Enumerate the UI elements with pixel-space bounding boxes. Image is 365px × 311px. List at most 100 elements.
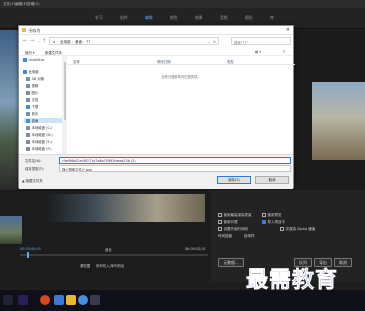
dialog-title-bar: 另存为 ×: [19, 26, 293, 35]
dialog-title: 另存为: [29, 28, 41, 33]
hide-folders-toggle[interactable]: ▲ 隐藏文件夹: [22, 178, 43, 183]
sidebar-item-pictures[interactable]: 图片: [26, 90, 38, 95]
drive-icon: [26, 140, 30, 144]
folder-icon: [26, 77, 30, 81]
alpha-only-row[interactable]: 仅渲染 Alpha 通道: [280, 227, 315, 232]
video-icon: [26, 84, 30, 88]
export-preview-right: [294, 30, 365, 190]
checkbox[interactable]: [262, 220, 266, 224]
fit-dropdown[interactable]: 适合: [105, 247, 112, 252]
app-menu-bar: 文件(F) 编辑(E) 剪辑(C): [0, 0, 365, 8]
column-type[interactable]: 类型: [227, 59, 234, 64]
music-icon: [26, 112, 30, 116]
tab-graphics[interactable]: 图形: [245, 15, 253, 21]
dialog-nav: ← → ⌄ ↑ ▪ › 此电脑 › 桌面 › 77 ⌄ ⟳ 搜索"77": [19, 35, 293, 47]
tab-color[interactable]: 颜色: [170, 15, 178, 21]
save-as-dialog: 另存为 × ← → ⌄ ↑ ▪ › 此电脑 › 桌面 › 77 ⌄ ⟳ 搜索"7…: [18, 25, 295, 189]
save-button[interactable]: 保存(S): [217, 176, 251, 184]
filetype-select[interactable]: 静止图像文件(*.jpg): [59, 165, 291, 172]
metadata-button[interactable]: 元数据...: [218, 258, 244, 267]
menu-clip[interactable]: 剪辑(C): [27, 2, 40, 7]
column-date-modified[interactable]: 修改日期: [157, 59, 171, 64]
download-icon: [26, 105, 30, 109]
checkbox[interactable]: [280, 227, 284, 231]
import-into-project-row[interactable]: 导入项目中: [262, 220, 285, 225]
playhead[interactable]: [27, 252, 29, 258]
navigation-pane: OneDrive 此电脑 3D 对象 视频 图片 文档 下载 音乐 桌面 本地磁…: [19, 56, 63, 154]
source-range-dropdown[interactable]: 序列切入/序列切出: [96, 263, 124, 268]
sidebar-item-3d-objects[interactable]: 3D 对象: [26, 76, 44, 81]
use-previews-row[interactable]: 使用预览: [262, 213, 282, 218]
new-folder-button[interactable]: 新建文件夹: [45, 50, 62, 55]
tab-audio[interactable]: 音频: [220, 15, 228, 21]
sidebar-item-drive-f[interactable]: 本地磁盘 (F:): [26, 146, 52, 151]
cloud-icon: [23, 58, 27, 62]
pictures-icon: [26, 91, 30, 95]
frame-sampling-dropdown[interactable]: 帧采样: [244, 234, 255, 239]
app-icon[interactable]: [40, 295, 50, 305]
playhead-track[interactable]: [20, 254, 208, 256]
documents-icon: [26, 98, 30, 102]
menu-edit[interactable]: 编辑(E): [15, 2, 27, 7]
tab-learn[interactable]: 学习: [95, 15, 103, 21]
set-start-timecode-row[interactable]: 设置开始时间码: [218, 227, 248, 232]
sidebar-item-desktop[interactable]: 桌面: [24, 118, 62, 123]
refresh-icon[interactable]: ⟳: [213, 40, 216, 44]
desktop-icon: [26, 119, 30, 123]
filetype-label: 保存类型(T):: [25, 167, 45, 171]
sidebar-item-drive-c[interactable]: 本地磁盘 (C:): [26, 125, 52, 130]
breadcrumb-this-pc[interactable]: 此电脑: [60, 40, 71, 45]
max-render-quality-row[interactable]: 使用最高渲染质量: [218, 213, 252, 218]
checkbox[interactable]: [218, 213, 222, 217]
start-icon[interactable]: [3, 295, 13, 305]
cancel-button[interactable]: 取消: [255, 176, 289, 184]
tab-libraries[interactable]: 库: [270, 15, 274, 21]
app2-icon[interactable]: [90, 295, 100, 305]
filename-input[interactable]: c9e0f6d02e4f9271d7a6a7f3f93faeaa23b (2): [59, 157, 291, 164]
up-icon[interactable]: ↑: [42, 38, 46, 44]
organize-button[interactable]: 组织 ▾: [25, 50, 35, 55]
drive-icon: [26, 147, 30, 151]
close-icon[interactable]: ×: [286, 27, 290, 33]
view-options-icon[interactable]: ▦ ▾: [255, 50, 261, 54]
menu-file[interactable]: 文件(F): [3, 2, 15, 7]
address-bar[interactable]: ▪ › 此电脑 › 桌面 › 77 ⌄ ⟳: [49, 37, 219, 45]
folder-icon[interactable]: [66, 295, 76, 305]
tab-assembly[interactable]: 组件: [120, 15, 128, 21]
sidebar-item-videos[interactable]: 视频: [26, 83, 38, 88]
back-icon[interactable]: ←: [23, 38, 27, 44]
sidebar-item-onedrive[interactable]: OneDrive: [23, 58, 44, 62]
tab-effects[interactable]: 效果: [195, 15, 203, 21]
sidebar-item-music[interactable]: 音乐: [26, 111, 38, 116]
sidebar-item-downloads[interactable]: 下载: [26, 104, 38, 109]
forward-icon[interactable]: →: [30, 38, 34, 44]
dialog-footer: 文件名(N): c9e0f6d02e4f9271d7a6a7f3f93faeaa…: [19, 154, 293, 189]
sidebar-item-drive-d[interactable]: 本地磁盘 (D:): [26, 132, 53, 137]
explorer-icon[interactable]: [54, 295, 64, 305]
recent-chevron-icon[interactable]: ⌄: [37, 39, 40, 43]
premiere-icon[interactable]: [18, 295, 28, 305]
breadcrumb-desktop[interactable]: 桌面: [75, 40, 82, 45]
dialog-toolbar: 组织 ▾ 新建文件夹 ▦ ▾ ?: [19, 47, 293, 56]
sidebar-scrollbar[interactable]: [63, 56, 67, 154]
column-name[interactable]: 名称: [73, 59, 80, 64]
address-dropdown-icon[interactable]: ⌄: [207, 40, 210, 44]
watermark-logo: 最需教育: [246, 267, 339, 294]
browser-icon[interactable]: [78, 295, 88, 305]
help-icon[interactable]: ?: [283, 50, 285, 54]
source-preview-left: [0, 30, 20, 190]
checkbox[interactable]: [262, 213, 266, 217]
sidebar-item-drive-e[interactable]: 本地磁盘 (E:): [26, 139, 52, 144]
file-list-header: 名称 修改日期 类型: [67, 56, 295, 65]
search-input[interactable]: 搜索"77": [231, 37, 291, 45]
breadcrumb-77[interactable]: 77: [86, 40, 91, 44]
use-proxies-row[interactable]: 使用代理: [218, 220, 238, 225]
sidebar-item-this-pc[interactable]: 此电脑: [23, 69, 39, 74]
drive-icon: [26, 133, 30, 137]
checkbox[interactable]: [218, 227, 222, 231]
checkbox[interactable]: [218, 220, 222, 224]
tab-editing[interactable]: 编辑: [145, 15, 153, 21]
scrollbar-thumb[interactable]: [63, 62, 67, 120]
sidebar-item-documents[interactable]: 文档: [26, 97, 38, 102]
source-range-label: 源范围: [80, 264, 91, 268]
